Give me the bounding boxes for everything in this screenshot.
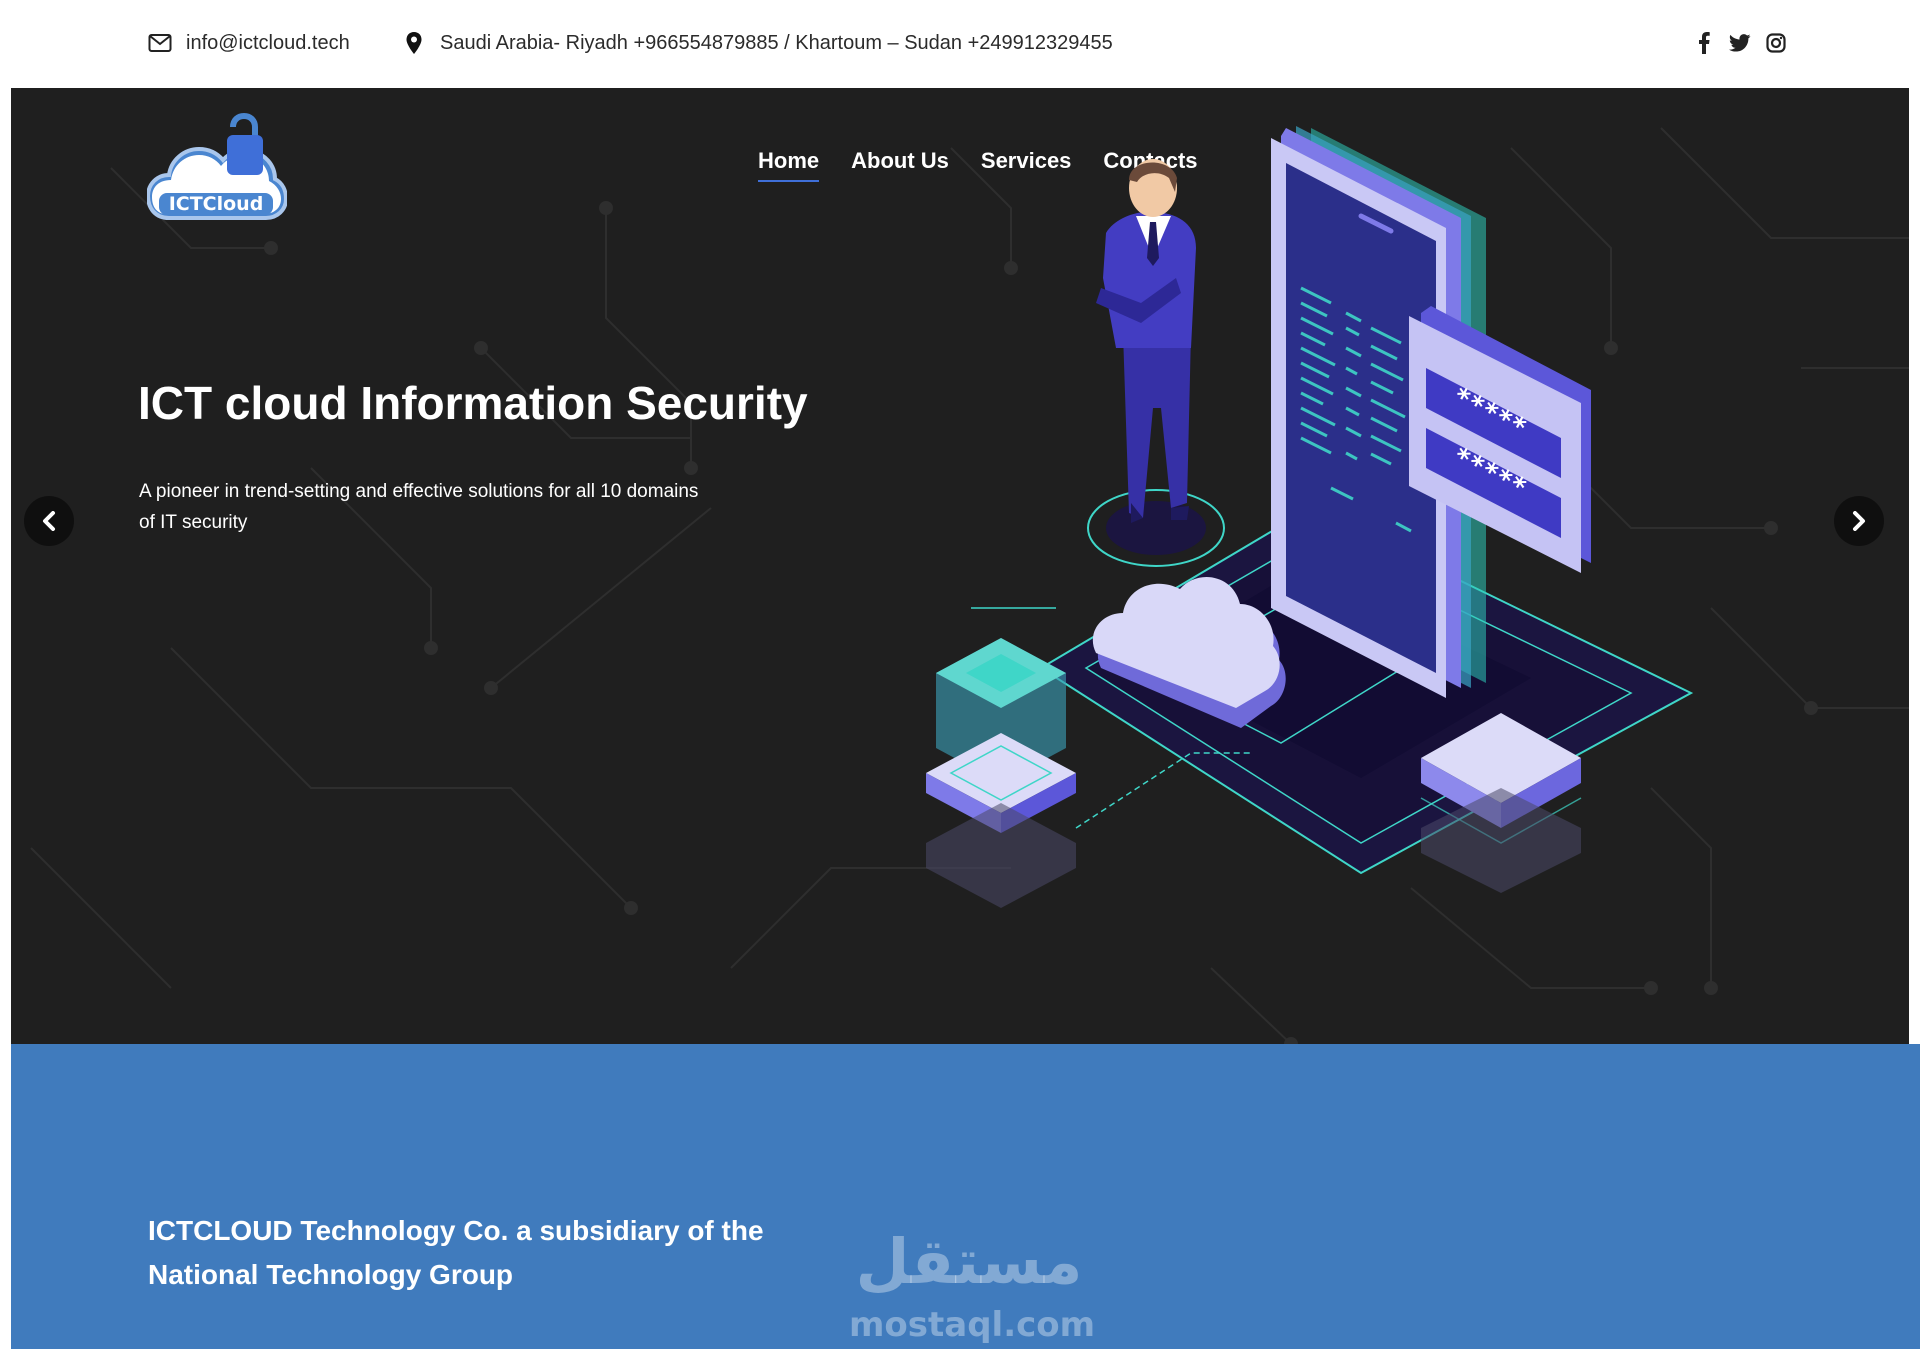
mostaql-watermark: مستقل mostaql.com (849, 1219, 1096, 1349)
watermark-latin: mostaql.com (849, 1305, 1096, 1345)
email-text[interactable]: info@ictcloud.tech (186, 32, 350, 55)
watermark-arabic: مستقل (855, 1225, 1083, 1298)
logo-text: ICTCloud (169, 193, 264, 215)
hero-title: ICT cloud Information Security (138, 377, 808, 429)
security-illustration: ***** ***** (926, 126, 1694, 908)
nav-home[interactable]: Home (758, 148, 820, 182)
email-contact[interactable]: info@ictcloud.tech (148, 28, 350, 58)
chevron-left-icon (43, 511, 55, 531)
slider-prev-button[interactable] (24, 496, 74, 546)
envelope-icon (148, 31, 172, 55)
twitter-icon[interactable] (1729, 32, 1751, 54)
facebook-icon[interactable] (1693, 32, 1715, 54)
map-pin-icon (402, 31, 426, 55)
about-section: ICTCLOUD Technology Co. a subsidiary of … (11, 1044, 1920, 1349)
about-text: ICTCLOUD Technology Co. a subsidiary of … (148, 1215, 764, 1290)
ictcloud-logo[interactable]: ICTCloud (145, 112, 289, 223)
slider-next-button[interactable] (1834, 496, 1884, 546)
hero-slider: ICTCloud Home About Us Services Contacts… (11, 88, 1909, 1044)
address-contact: Saudi Arabia- Riyadh +966554879885 / Kha… (402, 28, 1113, 58)
page: info@ictcloud.tech Saudi Arabia- Riyadh … (0, 0, 1920, 1349)
address-text: Saudi Arabia- Riyadh +966554879885 / Kha… (440, 31, 1113, 54)
hero-subtitle: A pioneer in trend-setting and effective… (139, 481, 699, 533)
instagram-icon[interactable] (1765, 32, 1787, 54)
chevron-right-icon (1853, 511, 1865, 531)
social-links (1693, 28, 1787, 58)
top-bar: info@ictcloud.tech Saudi Arabia- Riyadh … (0, 0, 1920, 88)
